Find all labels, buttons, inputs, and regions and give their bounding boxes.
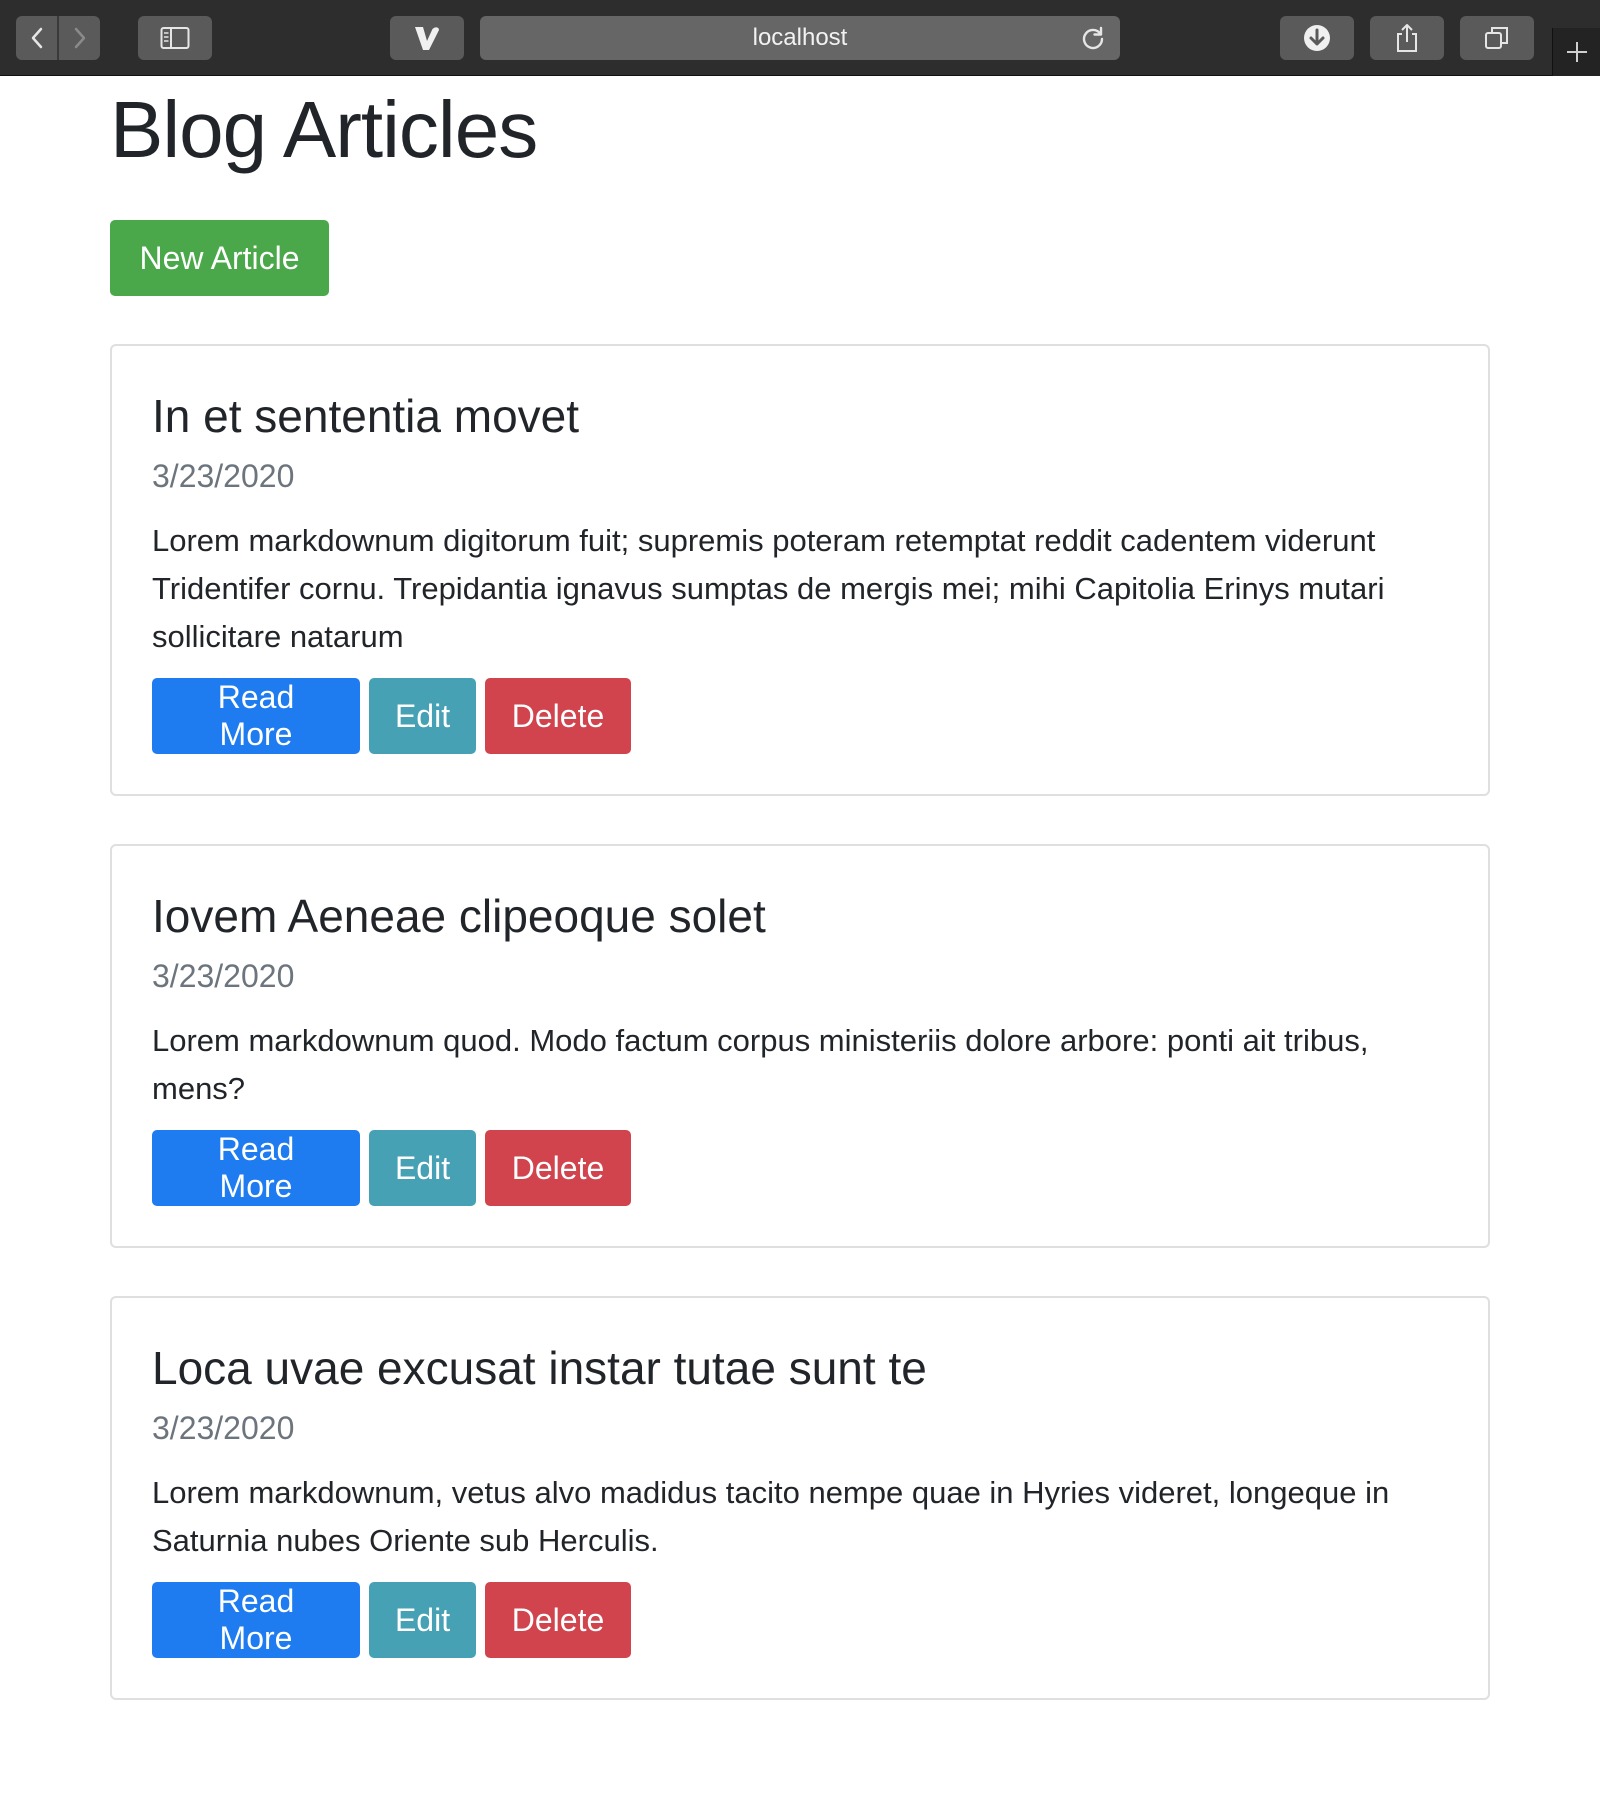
delete-button[interactable]: Delete [485, 1582, 631, 1658]
delete-button[interactable]: Delete [485, 678, 631, 754]
chevron-right-icon [74, 27, 85, 49]
reload-icon [1082, 26, 1104, 50]
tabs-icon [1485, 27, 1508, 49]
read-more-button[interactable]: Read More [152, 1130, 360, 1206]
article-date: 3/23/2020 [152, 1410, 295, 1446]
article-title: Loca uvae excusat instar tutae sunt te [152, 1342, 927, 1394]
reload-button[interactable] [1080, 25, 1106, 58]
edit-button[interactable]: Edit [369, 678, 476, 754]
read-more-button[interactable]: Read More [152, 1582, 360, 1658]
article-title: In et sententia movet [152, 390, 580, 442]
article-card: Iovem Aeneae clipeoque solet 3/23/2020 L… [110, 844, 1490, 1248]
share-button[interactable] [1370, 16, 1444, 60]
article-excerpt: Lorem markdownum digitorum fuit; supremi… [152, 523, 1385, 654]
back-button[interactable] [16, 16, 57, 60]
delete-button[interactable]: Delete [485, 1130, 631, 1206]
chevron-left-icon [31, 27, 42, 49]
sidebar-icon [160, 27, 190, 49]
article-actions: Read More Edit Delete [152, 1130, 631, 1206]
edit-button[interactable]: Edit [369, 1130, 476, 1206]
url-text: localhost [752, 24, 848, 51]
extension-button[interactable] [390, 16, 464, 60]
download-icon [1304, 25, 1330, 51]
article-title: Iovem Aeneae clipeoque solet [152, 890, 766, 942]
edit-button[interactable]: Edit [369, 1582, 476, 1658]
forward-button[interactable] [59, 16, 100, 60]
sidebar-toggle-button[interactable] [138, 16, 212, 60]
read-more-button[interactable]: Read More [152, 678, 360, 754]
plus-icon [1566, 42, 1587, 62]
new-tab-button[interactable] [1552, 28, 1600, 76]
article-date: 3/23/2020 [152, 458, 295, 494]
article-excerpt: Lorem markdownum quod. Modo factum corpu… [152, 1023, 1369, 1106]
browser-toolbar: localhost [0, 0, 1600, 76]
page-title: Blog Articles [110, 85, 538, 174]
tabs-overview-button[interactable] [1460, 16, 1534, 60]
article-date: 3/23/2020 [152, 958, 295, 994]
article-excerpt: Lorem markdownum, vetus alvo madidus tac… [152, 1475, 1390, 1558]
new-article-button[interactable]: New Article [110, 220, 329, 296]
v-logo-icon [415, 27, 439, 50]
share-icon [1397, 24, 1417, 52]
article-actions: Read More Edit Delete [152, 1582, 631, 1658]
article-card: In et sententia movet 3/23/2020 Lorem ma… [110, 344, 1490, 796]
history-nav [16, 16, 100, 60]
article-actions: Read More Edit Delete [152, 678, 631, 754]
article-card: Loca uvae excusat instar tutae sunt te 3… [110, 1296, 1490, 1700]
downloads-button[interactable] [1280, 16, 1354, 60]
address-bar[interactable]: localhost [480, 16, 1120, 60]
